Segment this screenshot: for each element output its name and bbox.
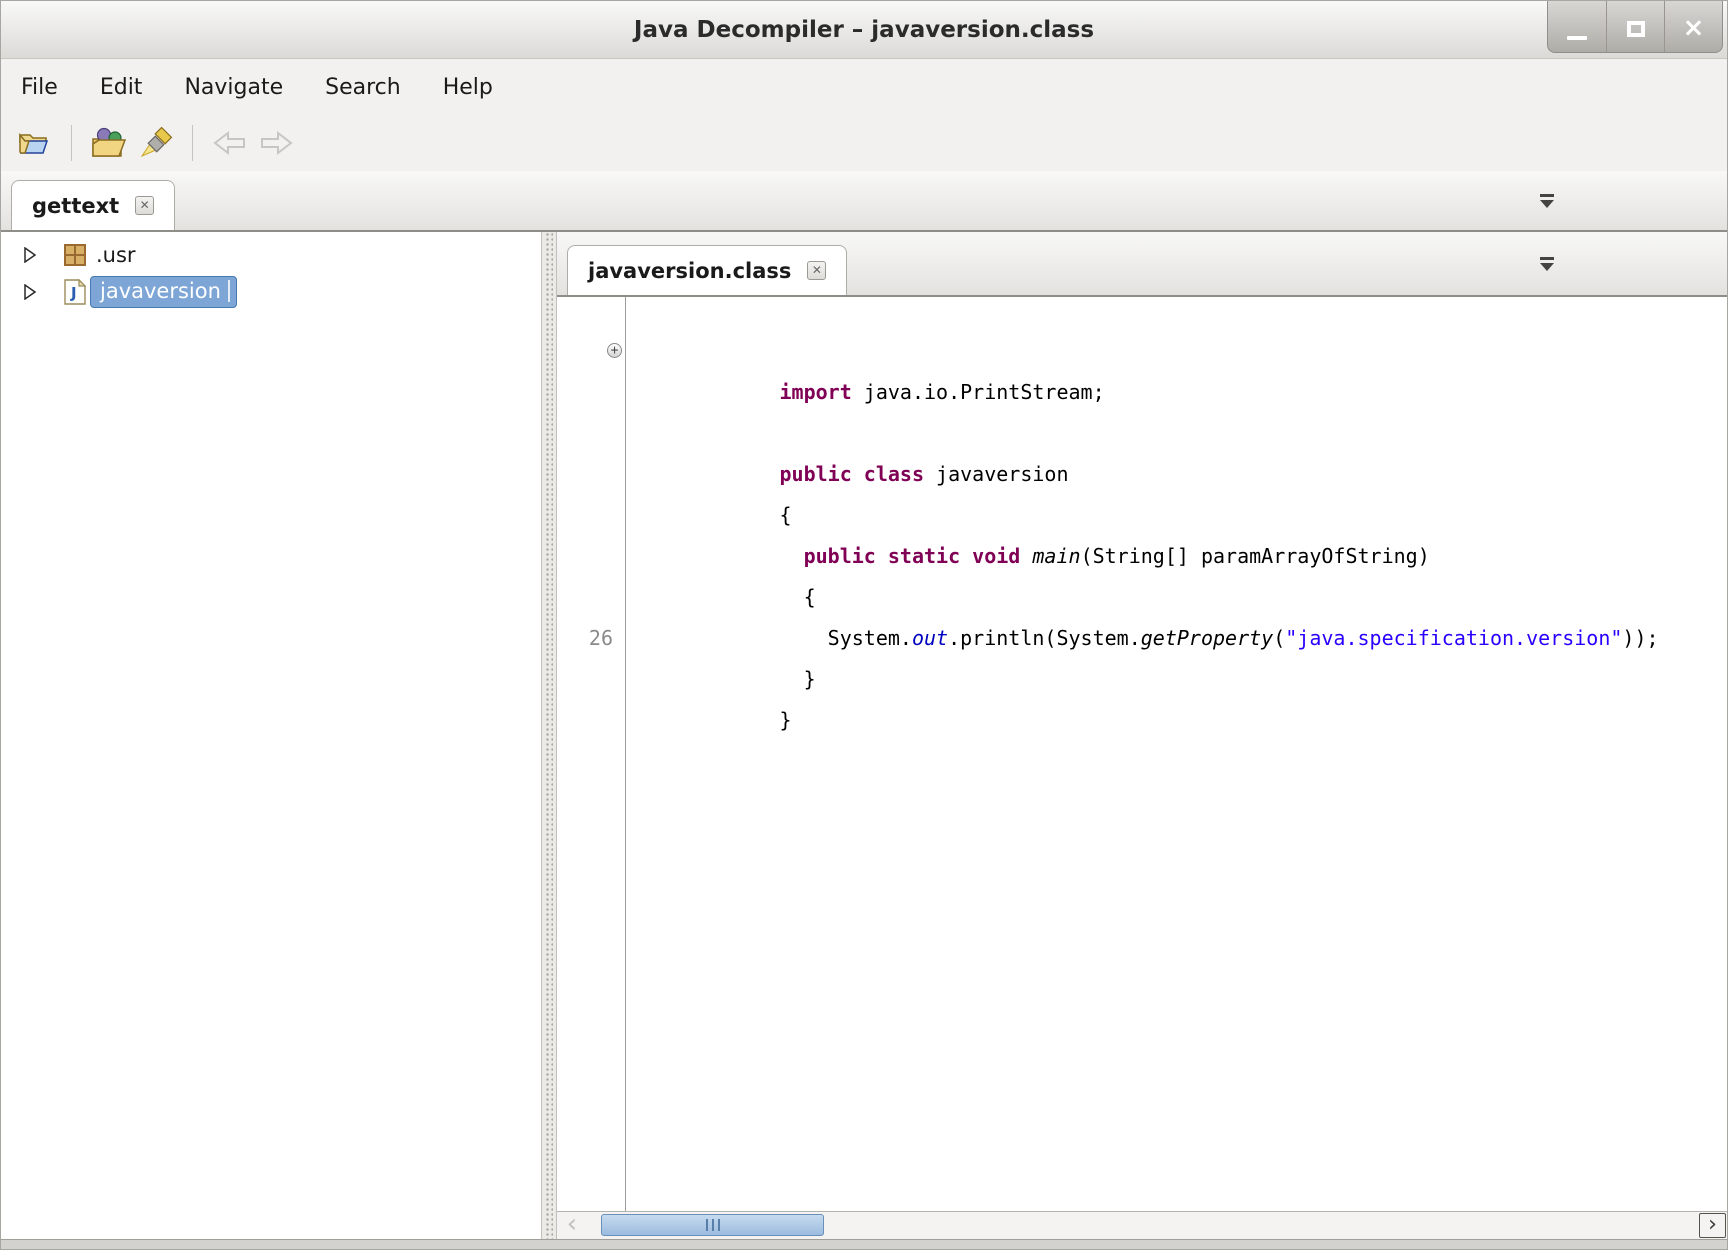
toolbar-separator [192, 125, 193, 161]
tree-item-label: .usr [96, 243, 136, 267]
tree-item-label: javaversion [100, 279, 221, 303]
search-button[interactable] [132, 120, 180, 166]
scroll-left-button[interactable]: ‹ [557, 1212, 587, 1239]
code-line [557, 372, 1727, 413]
tab-list-triangle [1540, 200, 1554, 208]
file-tree-panel[interactable]: .usr J javaversion [1, 232, 541, 1239]
expander-icon[interactable] [23, 247, 37, 263]
open-type-icon [89, 127, 127, 159]
code-editor[interactable]: +import java.io.PrintStream; public clas… [557, 297, 1727, 1211]
window-title: Java Decompiler – javaversion.class [1, 1, 1727, 59]
menu-help[interactable]: Help [437, 71, 499, 104]
maximize-button[interactable] [1606, 1, 1664, 52]
toolbar-separator [71, 125, 72, 161]
scroll-right-button[interactable]: › [1699, 1213, 1726, 1238]
main-content: .usr J javaversion [1, 232, 1727, 1239]
close-icon: × [1683, 15, 1705, 41]
code-line: } [557, 659, 1727, 700]
code-line: 26 System.out.println(System.getProperty… [557, 577, 1727, 618]
tab-close-icon[interactable]: ✕ [135, 196, 154, 215]
fold-icon[interactable]: + [607, 343, 622, 358]
tab-list-icon[interactable] [1539, 257, 1555, 271]
editor-panel: javaversion.class ✕ +import java.io.Prin… [557, 232, 1727, 1239]
svg-text:J: J [70, 284, 77, 302]
close-button[interactable]: × [1664, 1, 1722, 52]
code-line: public class javaversion [557, 413, 1727, 454]
open-folder-icon [17, 128, 53, 158]
forward-button[interactable] [253, 120, 301, 166]
thumb-grip-icon [718, 1219, 720, 1231]
code-view: +import java.io.PrintStream; public clas… [557, 297, 1727, 700]
tab-gettext[interactable]: gettext ✕ [11, 180, 175, 230]
tab-list-icon[interactable] [1539, 194, 1555, 208]
expander-icon[interactable] [23, 284, 37, 300]
scrollbar-thumb[interactable] [601, 1214, 824, 1236]
menu-file[interactable]: File [15, 71, 64, 104]
back-button[interactable] [205, 120, 253, 166]
edit-caret [228, 280, 230, 302]
tab-javaversion-class[interactable]: javaversion.class ✕ [567, 245, 847, 295]
window-bottom-edge [1, 1239, 1727, 1249]
thumb-grip-icon [706, 1219, 708, 1231]
tab-close-icon[interactable]: ✕ [807, 261, 826, 280]
open-type-button[interactable] [84, 120, 132, 166]
package-icon [63, 243, 87, 267]
code-line: } [557, 618, 1727, 659]
maximize-icon [1627, 21, 1645, 37]
main-tab-strip: gettext ✕ [1, 171, 1727, 232]
editor-tab-strip: javaversion.class ✕ [557, 232, 1727, 297]
thumb-grip-icon [712, 1219, 714, 1231]
selected-tree-label: javaversion [90, 276, 237, 308]
minimize-button[interactable] [1548, 1, 1606, 52]
tab-gettext-label: gettext [32, 194, 119, 218]
title-bar: Java Decompiler – javaversion.class × [1, 1, 1727, 59]
code-line: { [557, 454, 1727, 495]
split-divider[interactable] [541, 232, 557, 1239]
toolbar [1, 115, 1727, 171]
code-line: public static void main(String[] paramAr… [557, 495, 1727, 536]
tab-list-bar [1540, 257, 1554, 260]
app-window: Java Decompiler – javaversion.class × Fi… [0, 0, 1728, 1250]
menu-navigate[interactable]: Navigate [178, 71, 289, 104]
tab-list-triangle [1540, 263, 1554, 271]
split-grip-icon [545, 232, 553, 1239]
back-arrow-icon [211, 129, 247, 157]
tab-javaversion-label: javaversion.class [588, 259, 791, 283]
search-flashlight-icon [138, 126, 174, 160]
menu-search[interactable]: Search [319, 71, 407, 104]
window-controls: × [1547, 1, 1723, 53]
tree-item-usr[interactable]: .usr [1, 236, 541, 273]
tab-list-bar [1540, 194, 1554, 197]
menu-bar: File Edit Navigate Search Help [1, 59, 1727, 115]
menu-edit[interactable]: Edit [94, 71, 149, 104]
code-line: { [557, 536, 1727, 577]
open-file-button[interactable] [11, 120, 59, 166]
java-file-icon: J [63, 280, 87, 304]
forward-arrow-icon [259, 129, 295, 157]
minimize-icon [1567, 36, 1587, 40]
horizontal-scrollbar[interactable]: ‹ › [557, 1211, 1727, 1239]
code-line: +import java.io.PrintStream; [557, 331, 1727, 372]
tree-item-javaversion[interactable]: J javaversion [1, 273, 541, 310]
